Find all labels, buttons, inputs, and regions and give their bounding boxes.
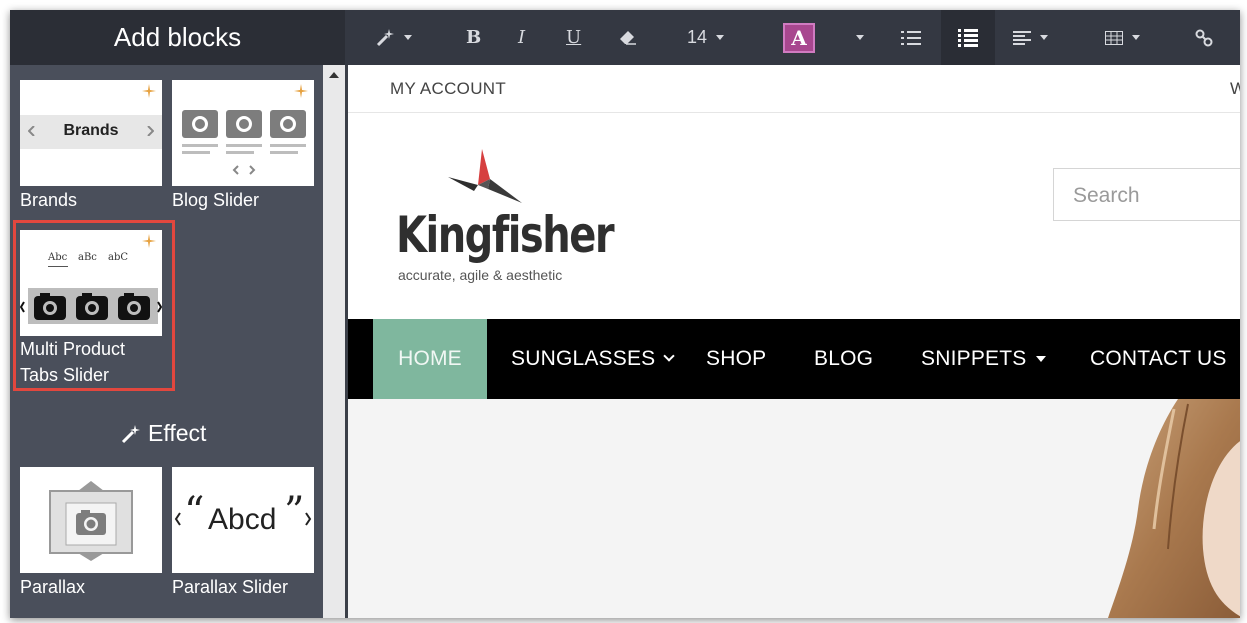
clear-format-button[interactable] [618, 10, 638, 65]
chevron-right-icon [305, 512, 312, 526]
star-icon [142, 234, 156, 248]
editor-toolbar: B I U 14 A [345, 10, 1240, 65]
table-dropdown[interactable] [1105, 10, 1140, 65]
block-parallax[interactable]: Parallax [20, 467, 162, 599]
star-icon [294, 84, 308, 98]
main-nav: HOME SUNGLASSES SHOP BLOG SNIPPETS CONTA… [348, 319, 1240, 399]
block-brands[interactable]: Brands Brands [20, 80, 162, 212]
site-topbar: MY ACCOUNT W [348, 65, 1240, 113]
link-icon [1195, 29, 1213, 46]
close-quote-icon: ” [284, 489, 305, 535]
camera-icon [20, 293, 162, 320]
editor-window: Add blocks Brands Brands Blog Slider Abc… [10, 10, 1240, 618]
block-label-line1: Multi Product [20, 339, 126, 359]
multi-product-thumbnail: Abc aBc abC [20, 230, 162, 336]
brands-thumb-text: Brands [63, 122, 119, 139]
hero-model-image [1108, 399, 1240, 618]
camera-icon [182, 110, 306, 175]
block-multi-product-tabs-slider[interactable]: Abc aBc abC Multi Product Tabs Slider [20, 230, 162, 388]
block-parallax-slider[interactable]: “ Abcd ” Parallax Slider [172, 467, 314, 599]
effect-label: Effect [148, 420, 207, 446]
magic-wand-icon [376, 28, 394, 46]
topbar-right-link[interactable]: W [1230, 79, 1240, 99]
sidebar-title: Add blocks [10, 10, 345, 65]
chevron-down-icon [1132, 35, 1140, 40]
effect-section-title: Effect [120, 420, 206, 447]
open-quote-icon: “ [184, 489, 205, 535]
list-icon [901, 30, 921, 45]
font-color-dropdown[interactable] [847, 10, 864, 65]
magic-wand-dropdown[interactable] [375, 10, 412, 65]
hero-banner [348, 399, 1240, 618]
tab-label: abC [108, 252, 129, 263]
align-left-icon [1013, 30, 1031, 45]
nav-label: SNIPPETS [921, 347, 1027, 370]
logo-name: Kingfisher [396, 207, 615, 265]
sidebar-scrollbar[interactable] [323, 65, 345, 618]
chevron-left-icon [174, 512, 181, 526]
page-canvas: MY ACCOUNT W Kingfisher accurate, agile … [345, 65, 1240, 618]
underline-button[interactable]: U [566, 10, 581, 65]
tab-label: aBc [78, 252, 97, 263]
parallax-slider-thumbnail: “ Abcd ” [172, 467, 314, 573]
magic-wand-icon [121, 424, 140, 443]
blog-slider-thumbnail [172, 80, 314, 186]
logo-tagline: accurate, agile & aesthetic [398, 267, 563, 283]
font-size-dropdown[interactable]: 14 [687, 10, 725, 65]
scroll-up-arrow-icon[interactable] [329, 72, 339, 78]
nav-blog[interactable]: BLOG [814, 319, 873, 399]
nav-contact-us[interactable]: CONTACT US [1090, 319, 1227, 399]
table-icon [1105, 30, 1123, 45]
caret-down-icon [1036, 356, 1047, 362]
bold-button[interactable]: B [466, 10, 481, 65]
chevron-down-icon [856, 35, 864, 40]
ordered-list-button[interactable] [941, 10, 995, 65]
block-label: Parallax [20, 577, 86, 597]
tab-label: Abc [48, 252, 68, 263]
align-dropdown[interactable] [1013, 10, 1048, 65]
add-blocks-sidebar: Add blocks Brands Brands Blog Slider Abc… [10, 10, 345, 618]
brands-thumbnail: Brands [20, 80, 162, 186]
block-label-line2: Tabs Slider [20, 365, 110, 385]
nav-label: SUNGLASSES [511, 347, 656, 370]
font-color-swatch: A [783, 22, 815, 53]
unordered-list-button[interactable] [901, 10, 921, 65]
camera-icon [49, 481, 133, 561]
chevron-down-icon [1040, 35, 1048, 40]
search-input[interactable]: Search [1053, 168, 1240, 221]
link-button[interactable] [1195, 10, 1213, 65]
my-account-link[interactable]: MY ACCOUNT [390, 79, 506, 99]
block-blog-slider[interactable]: Blog Slider [172, 80, 314, 212]
block-label: Brands [20, 190, 78, 210]
font-size-value: 14 [687, 27, 708, 47]
star-icon [142, 84, 156, 98]
kingfisher-bird-icon [448, 149, 522, 203]
parallax-slider-thumb-text: Abcd [208, 503, 277, 536]
chevron-down-icon [404, 35, 412, 40]
block-label: Blog Slider [172, 190, 260, 210]
nav-home[interactable]: HOME [373, 319, 487, 399]
font-color-button[interactable]: A [783, 10, 815, 65]
nav-shop[interactable]: SHOP [706, 319, 766, 399]
nav-sunglasses[interactable]: SUNGLASSES [511, 319, 676, 399]
nav-snippets[interactable]: SNIPPETS [921, 319, 1047, 399]
site-logo[interactable]: Kingfisher accurate, agile & aesthetic [396, 145, 615, 285]
eraser-icon [620, 30, 636, 45]
chevron-down-icon [663, 350, 676, 362]
chevron-down-icon [716, 35, 725, 40]
parallax-thumbnail [20, 467, 162, 573]
numbered-list-icon [958, 28, 978, 47]
italic-button[interactable]: I [518, 10, 525, 65]
block-label: Parallax Slider [172, 577, 289, 597]
